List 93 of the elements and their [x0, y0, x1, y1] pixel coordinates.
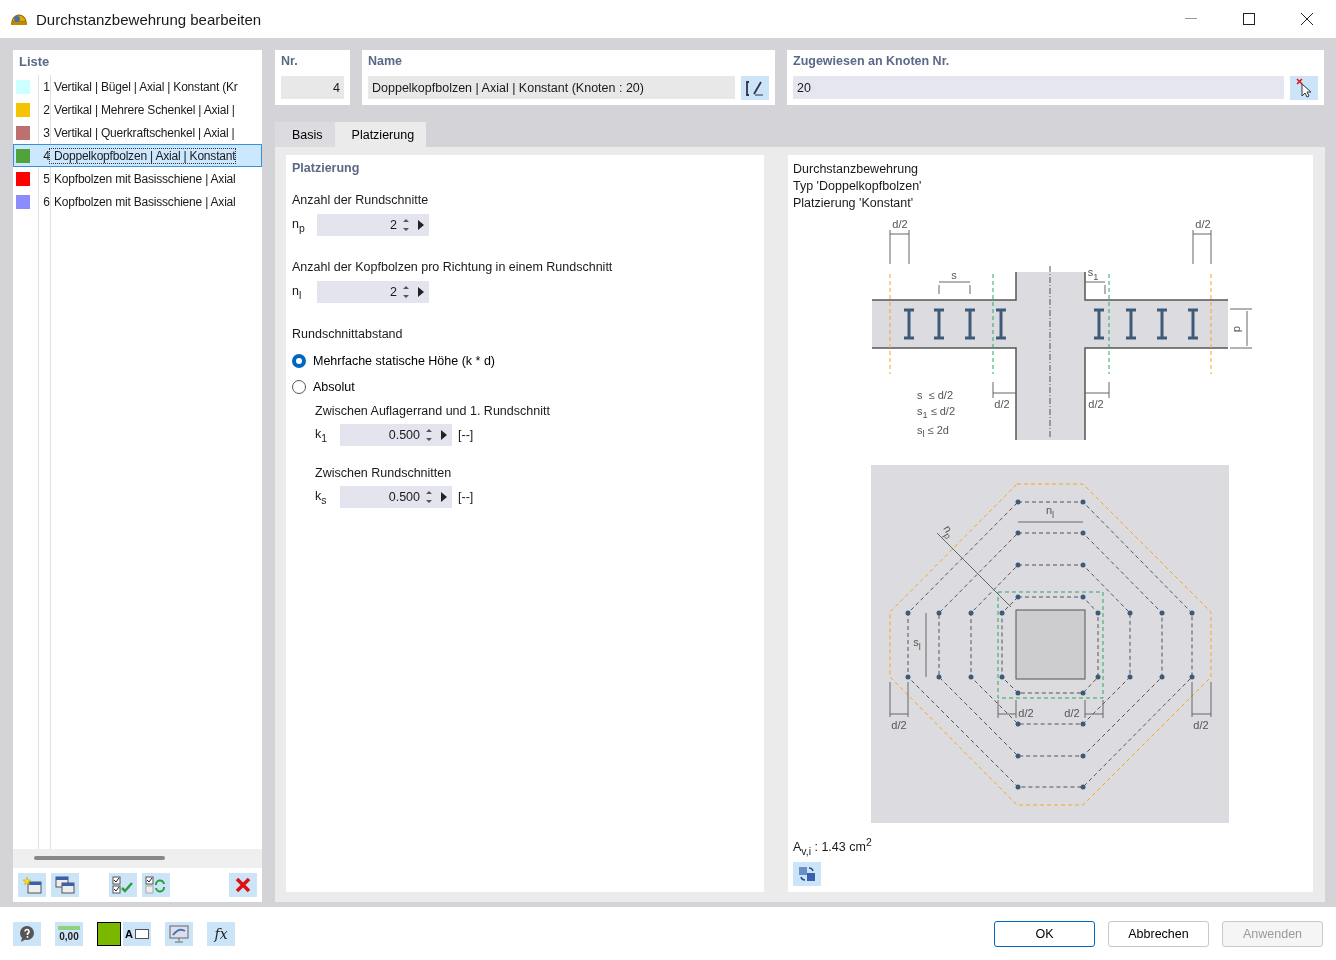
number-field[interactable]: 4	[281, 76, 344, 99]
list-title: Liste	[18, 53, 51, 71]
number-field[interactable]: 0.500	[340, 424, 452, 446]
dimension-label: d/2	[1193, 719, 1209, 731]
copy-window-icon[interactable]	[51, 872, 79, 897]
arrow-right-icon[interactable]	[440, 430, 448, 440]
item-number: 3	[42, 125, 50, 140]
result-text: A$_{v,i}$ : 1.43 cm$^{2}$	[793, 837, 873, 857]
list-item[interactable]: 2 Vertikal | Mehrere Schenkel | Axial |	[13, 98, 262, 121]
monitor-icon[interactable]	[165, 921, 193, 946]
item-label: Vertikal | Mehrere Schenkel | Axial |	[53, 102, 235, 117]
decimals-button[interactable]: 0,00	[55, 921, 83, 946]
list-item[interactable]: 4 Doppelkopfbolzen | Axial | Konstant	[13, 144, 262, 167]
item-label: Doppelkopfbolzen | Axial | Konstant	[50, 148, 236, 163]
dimension-label: d/2	[994, 398, 1010, 410]
rule-text: s$_{l}$ ≤ 2d	[917, 424, 950, 440]
item-number: 1	[42, 79, 50, 94]
radio-button[interactable]: Mehrfache statische Höhe (k * d)	[292, 348, 496, 374]
rule-text: s ≤ d/2	[917, 389, 954, 401]
edit-icon[interactable]	[741, 76, 769, 100]
symbol-label: k$_{1}$	[315, 426, 329, 444]
scrollbar-thumb[interactable]	[34, 856, 165, 861]
item-number: 6	[42, 194, 50, 209]
new-window-icon[interactable]	[18, 872, 46, 897]
radio-icon[interactable]	[292, 380, 306, 394]
list-item[interactable]: 3 Vertikal | Querkraftschenkel | Axial |	[13, 121, 262, 144]
unit-label: [--]	[458, 428, 474, 442]
item-label: Kopfbolzen mit Basisschiene | Axial	[53, 171, 236, 186]
dimension-label: d	[1232, 325, 1244, 333]
list-item[interactable]: 6 Kopfbolzen mit Basisschiene | Axial	[13, 190, 262, 213]
list-item[interactable]: 5 Kopfbolzen mit Basisschiene | Axial	[13, 167, 262, 190]
number-label: Nr.	[281, 54, 299, 70]
field-label: Zwischen Auflagerrand und 1. Rundschnitt	[315, 404, 551, 418]
name-field[interactable]: Doppelkopfbolzen | Axial | Konstant (Knoten : 20)	[368, 76, 735, 99]
dimension-label: d/2	[1088, 398, 1104, 410]
arrow-right-icon[interactable]	[417, 220, 425, 230]
field-label: Zwischen Rundschnitten	[315, 466, 453, 480]
dimension-label: s$_{1}$	[1087, 266, 1099, 282]
dimension-label: d/2	[891, 719, 907, 731]
item-number: 5	[42, 171, 50, 186]
node-field[interactable]: 20	[793, 76, 1284, 99]
help-icon[interactable]	[13, 921, 41, 946]
dimension-label: n$_{l}$	[1045, 504, 1055, 520]
rule-text: s$_{1}$ ≤ d/2	[917, 405, 956, 421]
font-button[interactable]: A	[123, 921, 151, 946]
description-line: Durchstanzbewehrung	[793, 161, 920, 178]
radio-icon[interactable]	[292, 354, 306, 368]
section-title: Platzierung	[292, 161, 361, 175]
name-label: Name	[368, 54, 404, 70]
dimension-label: d/2	[1018, 707, 1034, 719]
arrow-right-icon[interactable]	[440, 492, 448, 502]
item-label: Vertikal | Querkraftschenkel | Axial |	[53, 125, 235, 140]
number-field[interactable]: 2	[317, 214, 429, 236]
dimension-label: s$_{l}$	[913, 636, 921, 652]
formula-button[interactable]: fx	[207, 921, 235, 946]
item-label: Vertikal | Bügel | Axial | Konstant (Kr	[53, 79, 238, 94]
tab[interactable]: Platzierung	[334, 122, 427, 147]
window-title: Durchstanzbewehrung bearbeiten	[36, 10, 263, 28]
description-line: Typ 'Doppelkopfbolzen'	[793, 178, 923, 195]
field-label: Rundschnittabstand	[292, 327, 404, 341]
check-all-icon[interactable]	[109, 872, 137, 897]
toggle-check-icon[interactable]	[142, 872, 170, 897]
unit-label: [--]	[458, 490, 474, 504]
field-label: Anzahl der Rundschnitte	[292, 193, 430, 207]
spin-arrows-icon[interactable]	[426, 427, 432, 443]
dimension-label: d/2	[892, 218, 908, 230]
symbol-label: k$_{s}$	[315, 488, 328, 506]
symbol-label: n$_{l}$	[292, 283, 303, 301]
list-item[interactable]: 1 Vertikal | Bügel | Axial | Konstant (Kr	[13, 75, 262, 98]
swap-icon[interactable]	[793, 861, 821, 886]
description-line: Platzierung 'Konstant'	[793, 195, 915, 212]
item-number: 4	[42, 148, 50, 163]
item-number: 2	[42, 102, 50, 117]
number-field[interactable]: 0.500	[340, 486, 452, 508]
cursor-icon[interactable]	[1290, 76, 1318, 100]
delete-icon[interactable]	[229, 872, 257, 897]
dialog-button[interactable]: OK	[994, 920, 1095, 947]
dialog-button[interactable]: Abbrechen	[1108, 920, 1209, 947]
field-label: Anzahl der Kopfbolzen pro Richtung in einem Rundschnitt	[292, 260, 614, 274]
assigned-label: Zugewiesen an Knoten Nr.	[793, 54, 951, 70]
dimension-label: s	[951, 269, 957, 281]
spin-arrows-icon[interactable]	[403, 217, 409, 233]
symbol-label: n$_{p}$	[292, 216, 306, 234]
dimension-label: d/2	[1064, 707, 1080, 719]
arrow-right-icon[interactable]	[417, 287, 425, 297]
color-swatch[interactable]	[97, 921, 121, 946]
number-field[interactable]: 2	[317, 281, 429, 303]
spin-arrows-icon[interactable]	[403, 284, 409, 300]
spin-arrows-icon[interactable]	[426, 489, 432, 505]
dimension-label: d/2	[1195, 218, 1211, 230]
item-label: Kopfbolzen mit Basisschiene | Axial	[53, 194, 236, 209]
radio-button[interactable]: Absolut	[292, 374, 355, 400]
tab[interactable]: Basis	[275, 122, 335, 147]
